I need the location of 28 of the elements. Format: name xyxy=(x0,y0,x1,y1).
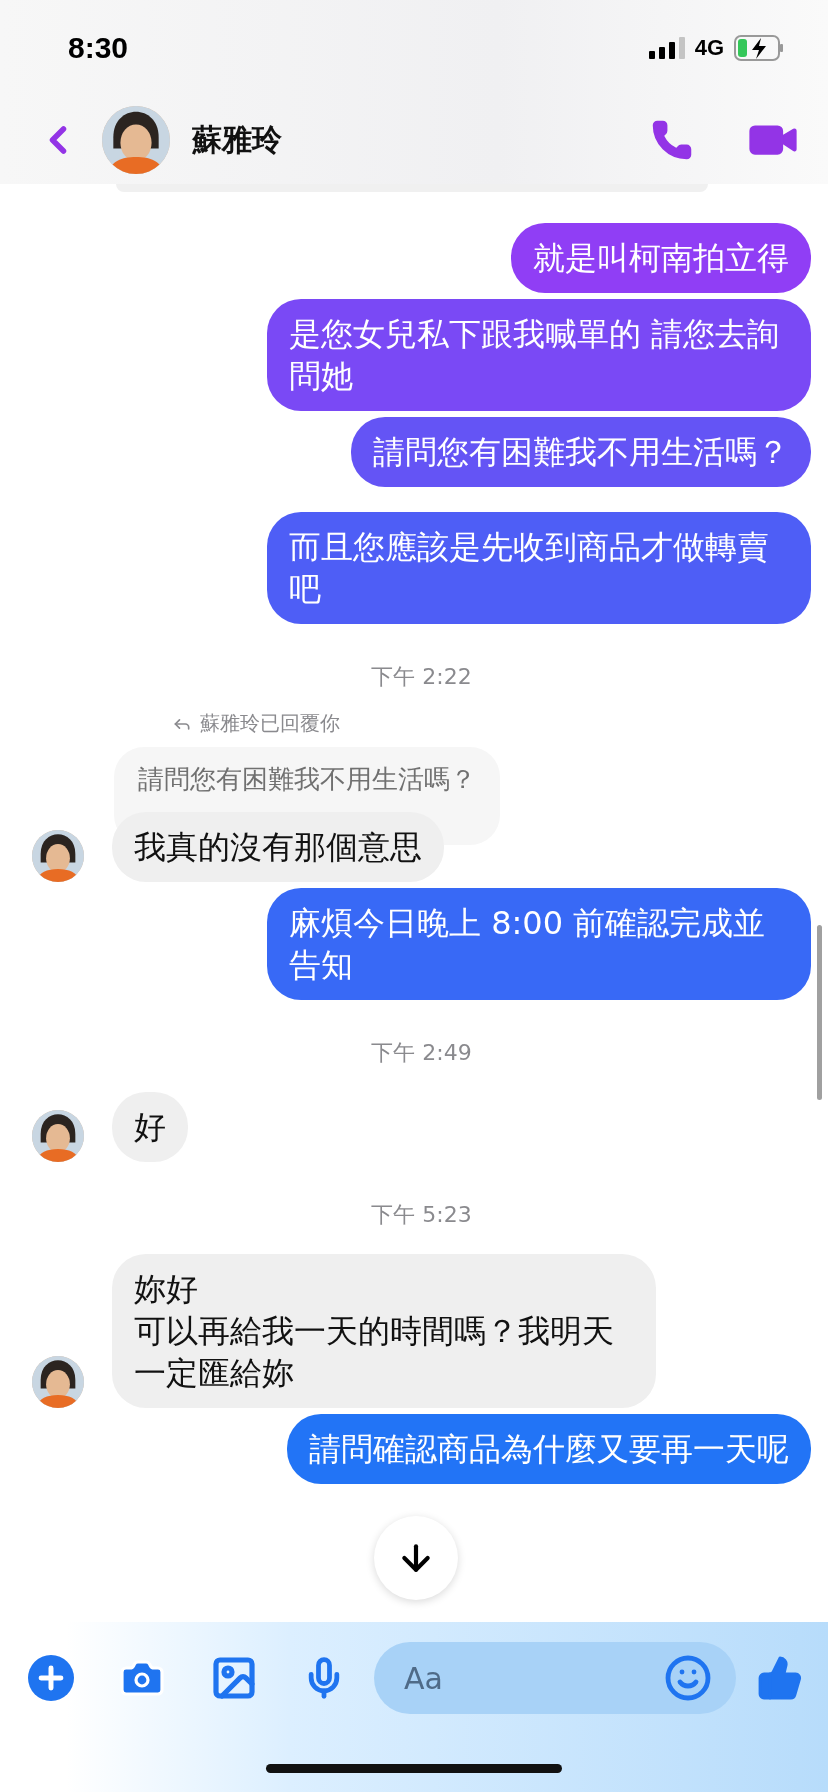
avatar xyxy=(32,1110,84,1162)
avatar xyxy=(32,830,84,882)
contact-name: 蘇雅玲 xyxy=(192,121,283,158)
message-bubble: 請問確認商品為什麼又要再一天呢 xyxy=(287,1414,811,1484)
message-bubble: 就是叫柯南拍立得 xyxy=(511,223,811,293)
message-line: 妳好 xyxy=(134,1269,199,1310)
message-bubble: 好 xyxy=(112,1092,188,1162)
thumbs-up-icon[interactable] xyxy=(756,1654,804,1702)
message-bubble: 麻煩今日晚上 8:00 前確認完成並告知 xyxy=(267,888,811,1000)
reply-text: 蘇雅玲已回覆你 xyxy=(200,710,340,737)
message-bubble: 是您女兒私下跟我喊單的 請您去詢問她 xyxy=(267,299,811,411)
clock-time: 8:30 xyxy=(68,31,129,65)
message-bubble: 我真的沒有那個意思 xyxy=(112,812,444,882)
plus-button[interactable] xyxy=(28,1655,74,1701)
signal-icon xyxy=(648,37,685,59)
battery-charging-icon xyxy=(734,35,784,61)
timestamp: 下午 5:23 xyxy=(371,1201,472,1229)
scroll-down-button[interactable] xyxy=(374,1516,458,1600)
avatar xyxy=(32,1356,84,1408)
timestamp: 下午 2:22 xyxy=(371,663,472,691)
message-bubble: 請問您有困難我不用生活嗎？ xyxy=(351,417,811,487)
phone-icon[interactable] xyxy=(650,118,694,162)
message-line: 可以再給我一天的時間嗎？我明天一定匯給妳 xyxy=(134,1311,615,1394)
timestamp: 下午 2:49 xyxy=(371,1039,472,1067)
image-icon[interactable] xyxy=(210,1654,258,1702)
message-input-field[interactable]: Aa xyxy=(374,1642,736,1714)
message-bubble: 而且您應該是先收到商品才做轉賣吧 xyxy=(267,512,811,624)
network-label: 4G xyxy=(694,35,724,61)
